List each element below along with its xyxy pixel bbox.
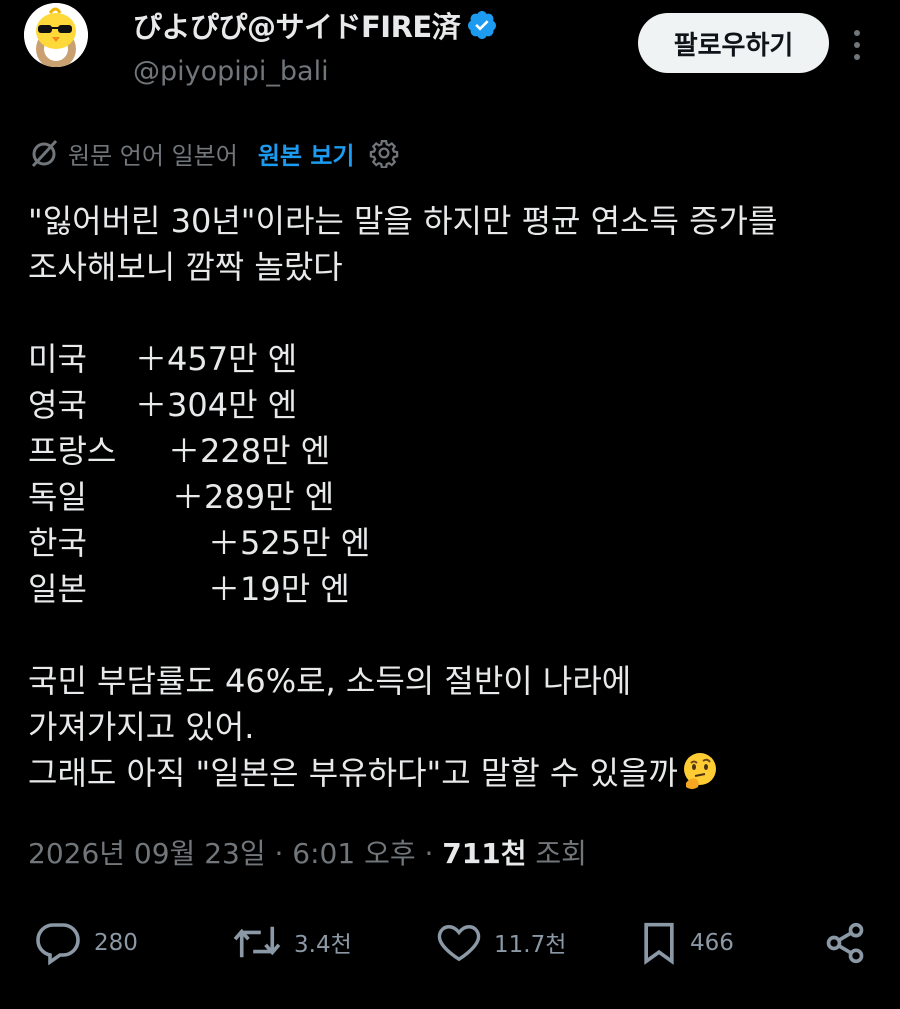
income-row: 미국 ＋457만 엔 — [28, 336, 878, 382]
country-name: 한국 — [28, 524, 87, 562]
more-vertical-icon — [854, 30, 860, 60]
retweet-icon — [233, 926, 281, 958]
views-label: 조회 — [526, 837, 587, 870]
income-amount: ＋289만 엔 — [172, 478, 335, 516]
income-amount: ＋19만 엔 — [208, 570, 350, 608]
tweet-line: 국민 부담률도 46%로, 소득의 절반이 나라에 — [28, 662, 632, 700]
bookmark-icon — [644, 922, 674, 965]
bookmark-count: 466 — [690, 930, 734, 956]
income-row: 독일 ＋289만 엔 — [28, 474, 878, 520]
gear-icon[interactable] — [369, 138, 399, 168]
tweet-line: 가져가지고 있어. — [28, 708, 255, 746]
like-button[interactable]: 11.7천 — [436, 921, 566, 963]
yellow-chick-avatar-icon — [24, 3, 88, 67]
tweet-line: 조사해보니 깜짝 놀랐다 — [28, 248, 343, 286]
retweet-count: 3.4천 — [294, 932, 352, 958]
income-row: 한국 ＋525만 엔 — [28, 520, 878, 566]
income-amount: ＋525만 엔 — [208, 524, 371, 562]
tweet-actions: 280 3.4천 11.7천 466 — [0, 905, 900, 981]
more-options-button[interactable] — [842, 28, 872, 62]
show-original-link[interactable]: 원본 보기 — [258, 136, 355, 171]
country-name: 영국 — [28, 386, 87, 424]
reply-count: 280 — [94, 930, 138, 956]
heart-icon — [437, 925, 481, 962]
country-name: 미국 — [28, 340, 87, 378]
author-name-row: ぴよぴぴ@サイドFIRE済 — [133, 4, 498, 46]
reply-icon — [36, 923, 80, 965]
like-count: 11.7천 — [494, 932, 567, 958]
tweet-line: 그래도 아직 "일본은 부유하다"고 말할 수 있을까 — [28, 750, 878, 796]
translate-icon — [31, 139, 58, 168]
income-amount: ＋457만 엔 — [135, 340, 298, 378]
income-row: 프랑스 ＋228만 엔 — [28, 428, 878, 474]
verified-badge-icon — [468, 11, 497, 39]
income-row: 영국 ＋304만 엔 — [28, 382, 878, 428]
income-amount: ＋304만 엔 — [135, 386, 298, 424]
reply-button[interactable]: 280 — [34, 921, 138, 965]
share-icon — [826, 922, 864, 964]
translation-label: 원문 언어 일본어 — [68, 141, 238, 170]
country-name: 일본 — [28, 570, 87, 608]
country-name: 프랑스 — [28, 432, 117, 470]
income-row: 일본 ＋19만 엔 — [28, 566, 878, 612]
avatar[interactable] — [24, 3, 88, 67]
tweet-line-text: 그래도 아직 "일본은 부유하다"고 말할 수 있을까 — [28, 754, 678, 792]
display-name[interactable]: ぴよぴぴ@サイドFIRE済 — [133, 4, 461, 46]
country-name: 독일 — [28, 478, 87, 516]
tweet-timestamp[interactable]: 2026년 09월 23일 · 6:01 오후 · — [28, 837, 442, 870]
follow-button[interactable]: 팔로우하기 — [638, 13, 829, 73]
author-handle[interactable]: @piyopipi_bali — [133, 56, 329, 87]
bookmark-button[interactable]: 466 — [640, 921, 734, 965]
share-button[interactable] — [822, 921, 868, 965]
thinking-face-emoji — [683, 753, 716, 789]
views-count: 711천 — [442, 837, 527, 870]
tweet-header: ぴよぴぴ@サイドFIRE済 @piyopipi_bali 팔로우하기 — [0, 0, 900, 100]
tweet-line: "잃어버린 30년"이라는 말을 하지만 평균 연소득 증가를 — [28, 202, 778, 240]
tweet-meta: 2026년 09월 23일 · 6:01 오후 · 711천 조회 — [28, 832, 587, 876]
retweet-button[interactable]: 3.4천 — [232, 921, 352, 963]
income-amount: ＋228만 엔 — [168, 432, 331, 470]
tweet-text: "잃어버린 30년"이라는 말을 하지만 평균 연소득 증가를 조사해보니 깜짝… — [28, 198, 878, 796]
translation-bar: 원문 언어 일본어 원본 보기 — [28, 133, 399, 173]
